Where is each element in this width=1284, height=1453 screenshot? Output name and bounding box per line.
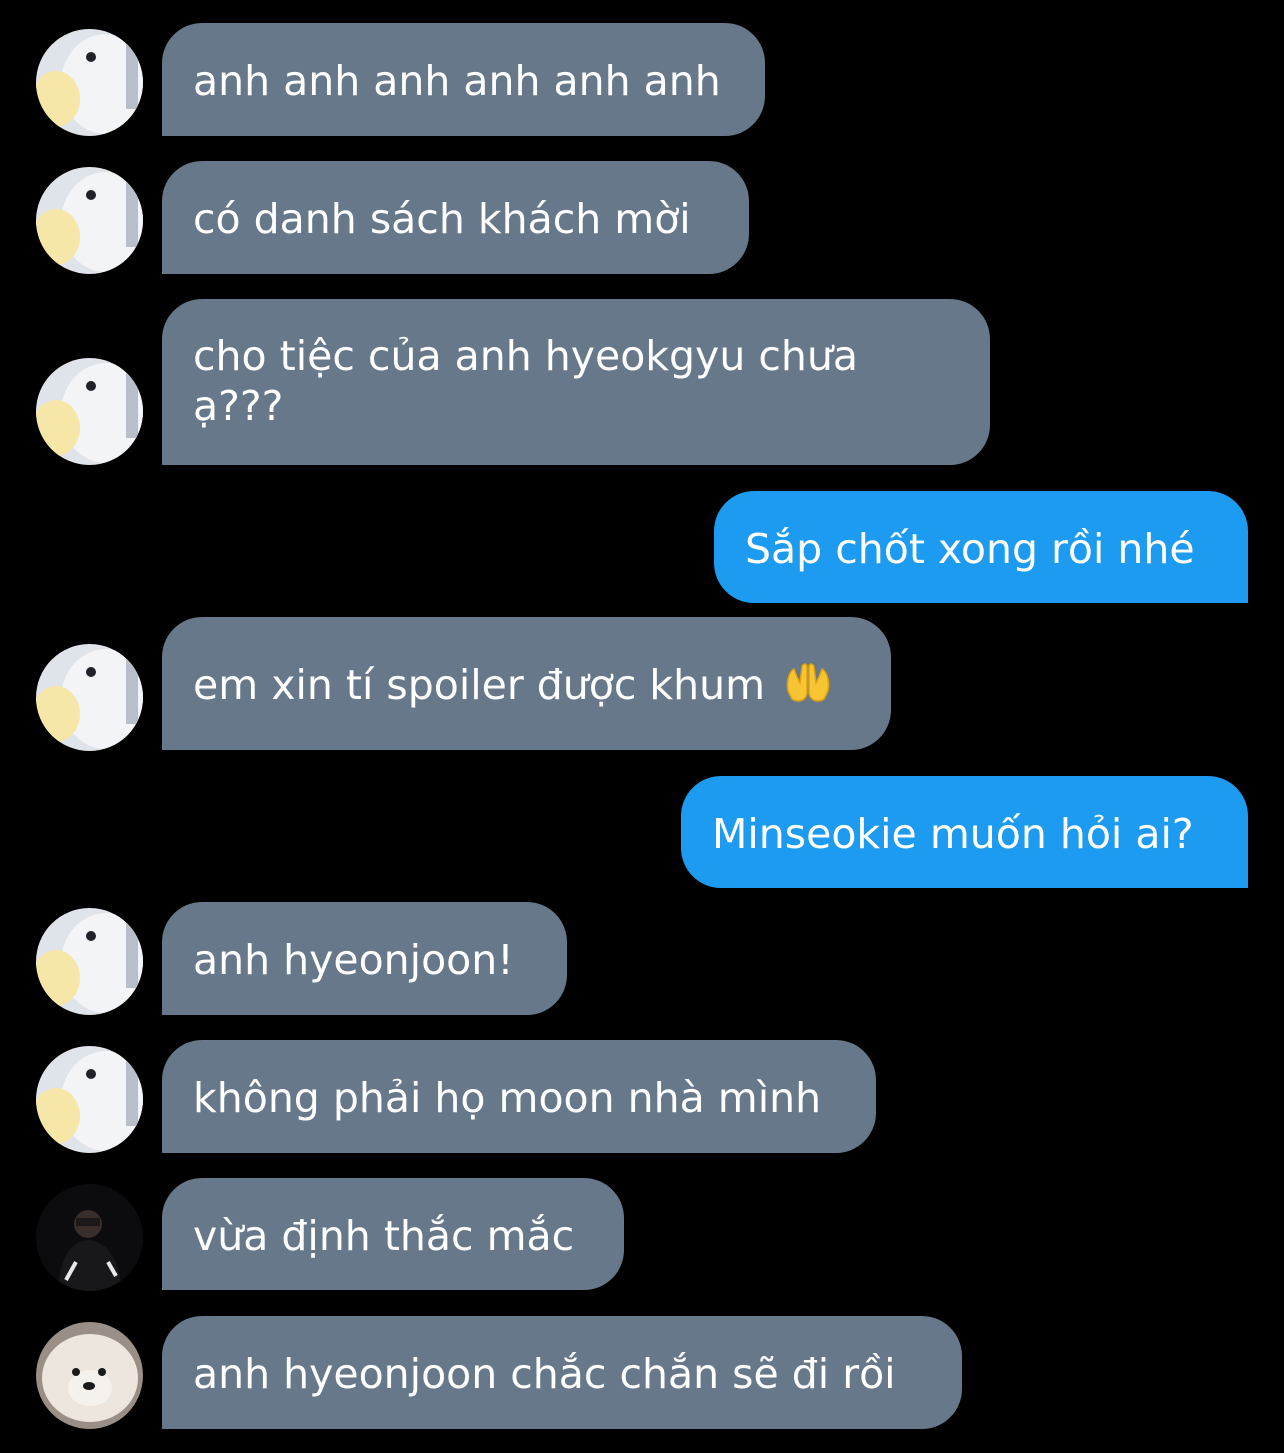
message-text: cho tiệc của anh hyeokgyu chưa ạ??? [193, 332, 858, 430]
incoming-message-bubble[interactable]: anh anh anh anh anh anh [162, 23, 765, 136]
message-text: Minseokie muốn hỏi ai? [712, 810, 1194, 858]
incoming-message-bubble[interactable]: em xin tí spoiler được khum [162, 617, 891, 750]
message-text: vừa định thắc mắc [193, 1212, 575, 1260]
incoming-message-bubble[interactable]: anh hyeonjoon chắc chắn sẽ đi rồi [162, 1316, 962, 1429]
incoming-message-bubble[interactable]: vừa định thắc mắc [162, 1178, 624, 1290]
message-text: anh hyeonjoon chắc chắn sẽ đi rồi [193, 1350, 896, 1398]
plush-duck-avatar[interactable] [36, 1046, 143, 1153]
plush-duck-avatar[interactable] [36, 908, 143, 1015]
message-thread: anh anh anh anh anh anh có danh sách khá… [0, 0, 1284, 1453]
incoming-message-bubble[interactable]: không phải họ moon nhà mình [162, 1040, 876, 1153]
incoming-message-bubble[interactable]: cho tiệc của anh hyeokgyu chưa ạ??? [162, 299, 990, 465]
outgoing-message-bubble[interactable]: Sắp chốt xong rồi nhé [714, 491, 1248, 603]
incoming-message-bubble[interactable]: có danh sách khách mời [162, 161, 749, 274]
fluffy-dog-avatar[interactable] [36, 1322, 143, 1429]
plush-duck-avatar[interactable] [36, 358, 143, 465]
message-text: anh anh anh anh anh anh [193, 57, 721, 105]
plush-duck-avatar[interactable] [36, 644, 143, 751]
message-text: em xin tí spoiler được khum [193, 661, 766, 709]
person-dark-avatar[interactable] [36, 1184, 143, 1291]
plush-duck-avatar[interactable] [36, 29, 143, 136]
message-text: Sắp chốt xong rồi nhé [745, 525, 1195, 573]
plush-duck-avatar[interactable] [36, 167, 143, 274]
message-text: không phải họ moon nhà mình [193, 1074, 822, 1122]
incoming-message-bubble[interactable]: anh hyeonjoon! [162, 902, 567, 1015]
raised-hands-icon [784, 661, 832, 716]
message-text: có danh sách khách mời [193, 195, 691, 243]
outgoing-message-bubble[interactable]: Minseokie muốn hỏi ai? [681, 776, 1248, 888]
message-text: anh hyeonjoon! [193, 936, 514, 984]
